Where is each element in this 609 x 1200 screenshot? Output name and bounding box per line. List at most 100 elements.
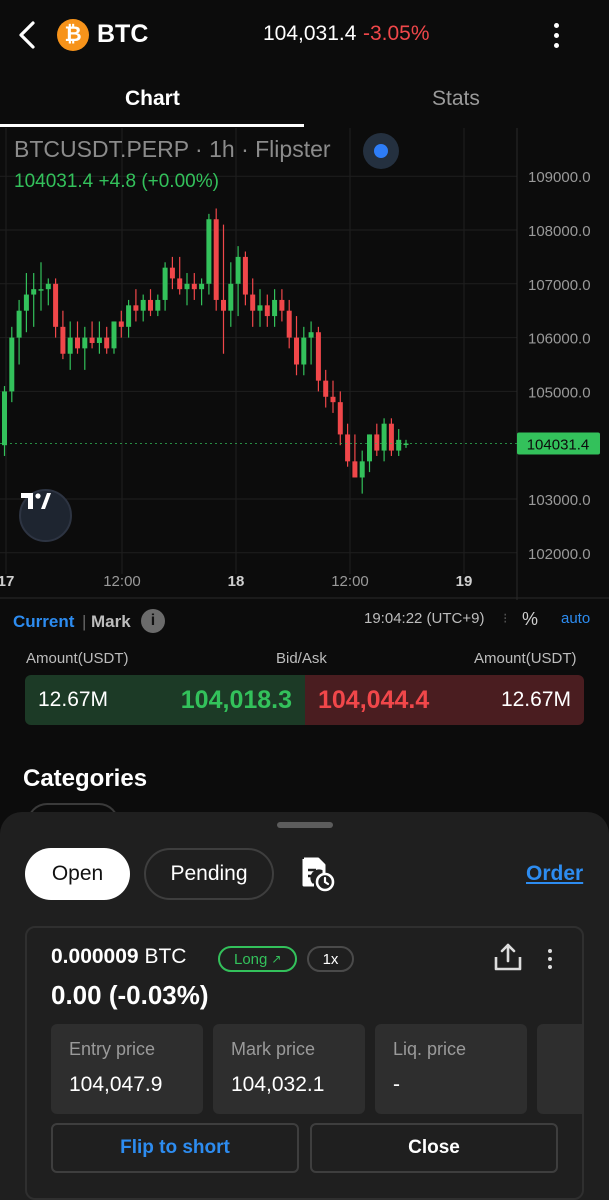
trend-up-icon: ↗ (271, 952, 282, 966)
current-toggle[interactable]: Current (13, 612, 74, 632)
order-link[interactable]: Order (526, 862, 583, 886)
ask-side[interactable]: 104,044.4 12.67M (305, 675, 584, 725)
share-icon (494, 943, 522, 971)
tab-stats[interactable]: Stats (432, 87, 480, 111)
candle-body (396, 439, 402, 451)
sheet-drag-handle[interactable] (277, 822, 333, 828)
more-vertical-icon (553, 22, 559, 28)
candle-body (286, 310, 292, 338)
candle-body (89, 337, 95, 343)
position-size-unit: BTC (144, 945, 187, 968)
chart-ohlc: 104031.4 +4.8 (+0.00%) (14, 171, 219, 192)
positions-sheet: Open Pending Order 0.000009 BTC Long ↗ 1x… (0, 812, 609, 1200)
price-chart[interactable]: 109000.0 108000.0 107000.0 106000.0 105000.0… (0, 128, 609, 600)
candle-body (308, 332, 314, 338)
symbol-title: BTC (97, 20, 149, 48)
auto-scale-button[interactable]: auto (561, 610, 590, 627)
candle-body (118, 321, 124, 327)
position-size-value: 0.000009 (51, 945, 139, 968)
info-icon[interactable]: i (141, 609, 165, 633)
tab-chart[interactable]: Chart (125, 87, 180, 111)
candle-body (279, 299, 285, 311)
top-bar: ₿ BTC 104,031.4 -3.05% (0, 0, 609, 70)
candle-body (96, 337, 102, 343)
candle-body (126, 305, 132, 327)
y-tick-label: 106000.0 (528, 331, 591, 348)
percent-scale-button[interactable]: % (522, 609, 538, 630)
tab-pending[interactable]: Pending (144, 848, 274, 900)
side-label: Long (234, 950, 268, 968)
last-price-label: 104031.4 (527, 437, 590, 454)
order-history-icon[interactable] (300, 856, 336, 892)
mark-toggle[interactable]: Mark (91, 612, 131, 632)
bid-side[interactable]: 12.67M 104,018.3 (25, 675, 305, 725)
candle-body (162, 267, 168, 300)
candle-body (38, 289, 44, 291)
candle-body (9, 337, 15, 392)
active-tab-indicator (0, 124, 304, 127)
y-tick-label: 108000.0 (528, 223, 591, 240)
candle-body (2, 391, 7, 446)
x-tick-label: 19 (456, 573, 473, 590)
ask-amount-header: Amount(USDT) (474, 650, 577, 667)
more-options-button[interactable] (548, 20, 564, 50)
chevron-left-icon (19, 21, 35, 49)
tradingview-logo-icon[interactable] (19, 489, 72, 542)
bid-ask-header: Bid/Ask (276, 650, 327, 667)
stat-label: Mark price (231, 1039, 316, 1059)
close-position-button[interactable]: Close (310, 1123, 558, 1173)
stat-value: 104,047.9 (69, 1073, 163, 1096)
x-tick-label: 17 (0, 573, 14, 590)
bid-amount-header: Amount(USDT) (26, 650, 129, 667)
y-tick-label: 107000.0 (528, 277, 591, 294)
candle-body (177, 278, 183, 290)
candle-body (82, 337, 88, 349)
candle-body (272, 299, 278, 317)
candle-body (257, 305, 263, 311)
position-more-button[interactable] (545, 946, 555, 972)
chart-time: 19:04:22 (UTC+9) (364, 610, 485, 627)
tradingview-icon (21, 493, 51, 509)
candle-body (148, 299, 153, 311)
entry-price-stat: Entry price 104,047.9 (51, 1024, 203, 1114)
candle-body (53, 283, 59, 327)
document-clock-icon (302, 857, 335, 892)
position-pnl: 0.00 (-0.03%) (51, 980, 209, 1010)
stat-value: - (393, 1073, 400, 1096)
chart-title: BTCUSDT.PERP · 1h · Flipster (14, 136, 331, 162)
candlestick-chart[interactable]: 109000.0 108000.0 107000.0 106000.0 105000.0… (0, 128, 609, 600)
candle-body (381, 423, 387, 451)
candle-body (242, 256, 248, 295)
more-vertical-icon (548, 949, 552, 953)
live-indicator-button[interactable] (363, 133, 399, 169)
stat-label: Liq. price (393, 1039, 467, 1059)
x-tick-label: 12:00 (103, 573, 141, 590)
price-source-row: Current | Mark i 19:04:22 (UTC+9) ⁝ % au… (0, 606, 609, 636)
candle-body (75, 337, 80, 349)
back-button[interactable] (12, 17, 42, 53)
position-card: 0.000009 BTC Long ↗ 1x 0.00 (-0.03%) Entr… (25, 926, 584, 1200)
candle-body (169, 267, 175, 279)
leverage-badge: 1x (307, 946, 354, 972)
y-tick-label: 109000.0 (528, 169, 591, 186)
candle-body (323, 380, 329, 397)
candle-body (60, 326, 66, 354)
liq-price-stat: Liq. price - (375, 1024, 527, 1114)
divider: ⁝ (503, 610, 508, 626)
bid-ask-headers: Amount(USDT) Bid/Ask Amount(USDT) (0, 650, 609, 670)
categories-heading: Categories (23, 765, 148, 792)
share-button[interactable] (493, 942, 523, 972)
candle-body (352, 461, 358, 478)
y-tick-label: 105000.0 (528, 384, 591, 401)
stats-scroll-peek[interactable] (537, 1024, 582, 1114)
tab-open[interactable]: Open (25, 848, 130, 900)
side-badge: Long ↗ (218, 946, 298, 972)
y-tick-label: 103000.0 (528, 492, 591, 509)
candle-body (140, 299, 146, 311)
stat-value: 104,032.1 (231, 1073, 325, 1096)
candle-body (199, 283, 205, 290)
flip-to-short-button[interactable]: Flip to short (51, 1123, 299, 1173)
candle-body (16, 310, 22, 338)
candle-body (133, 305, 139, 311)
bid-amount: 12.67M (38, 688, 109, 711)
